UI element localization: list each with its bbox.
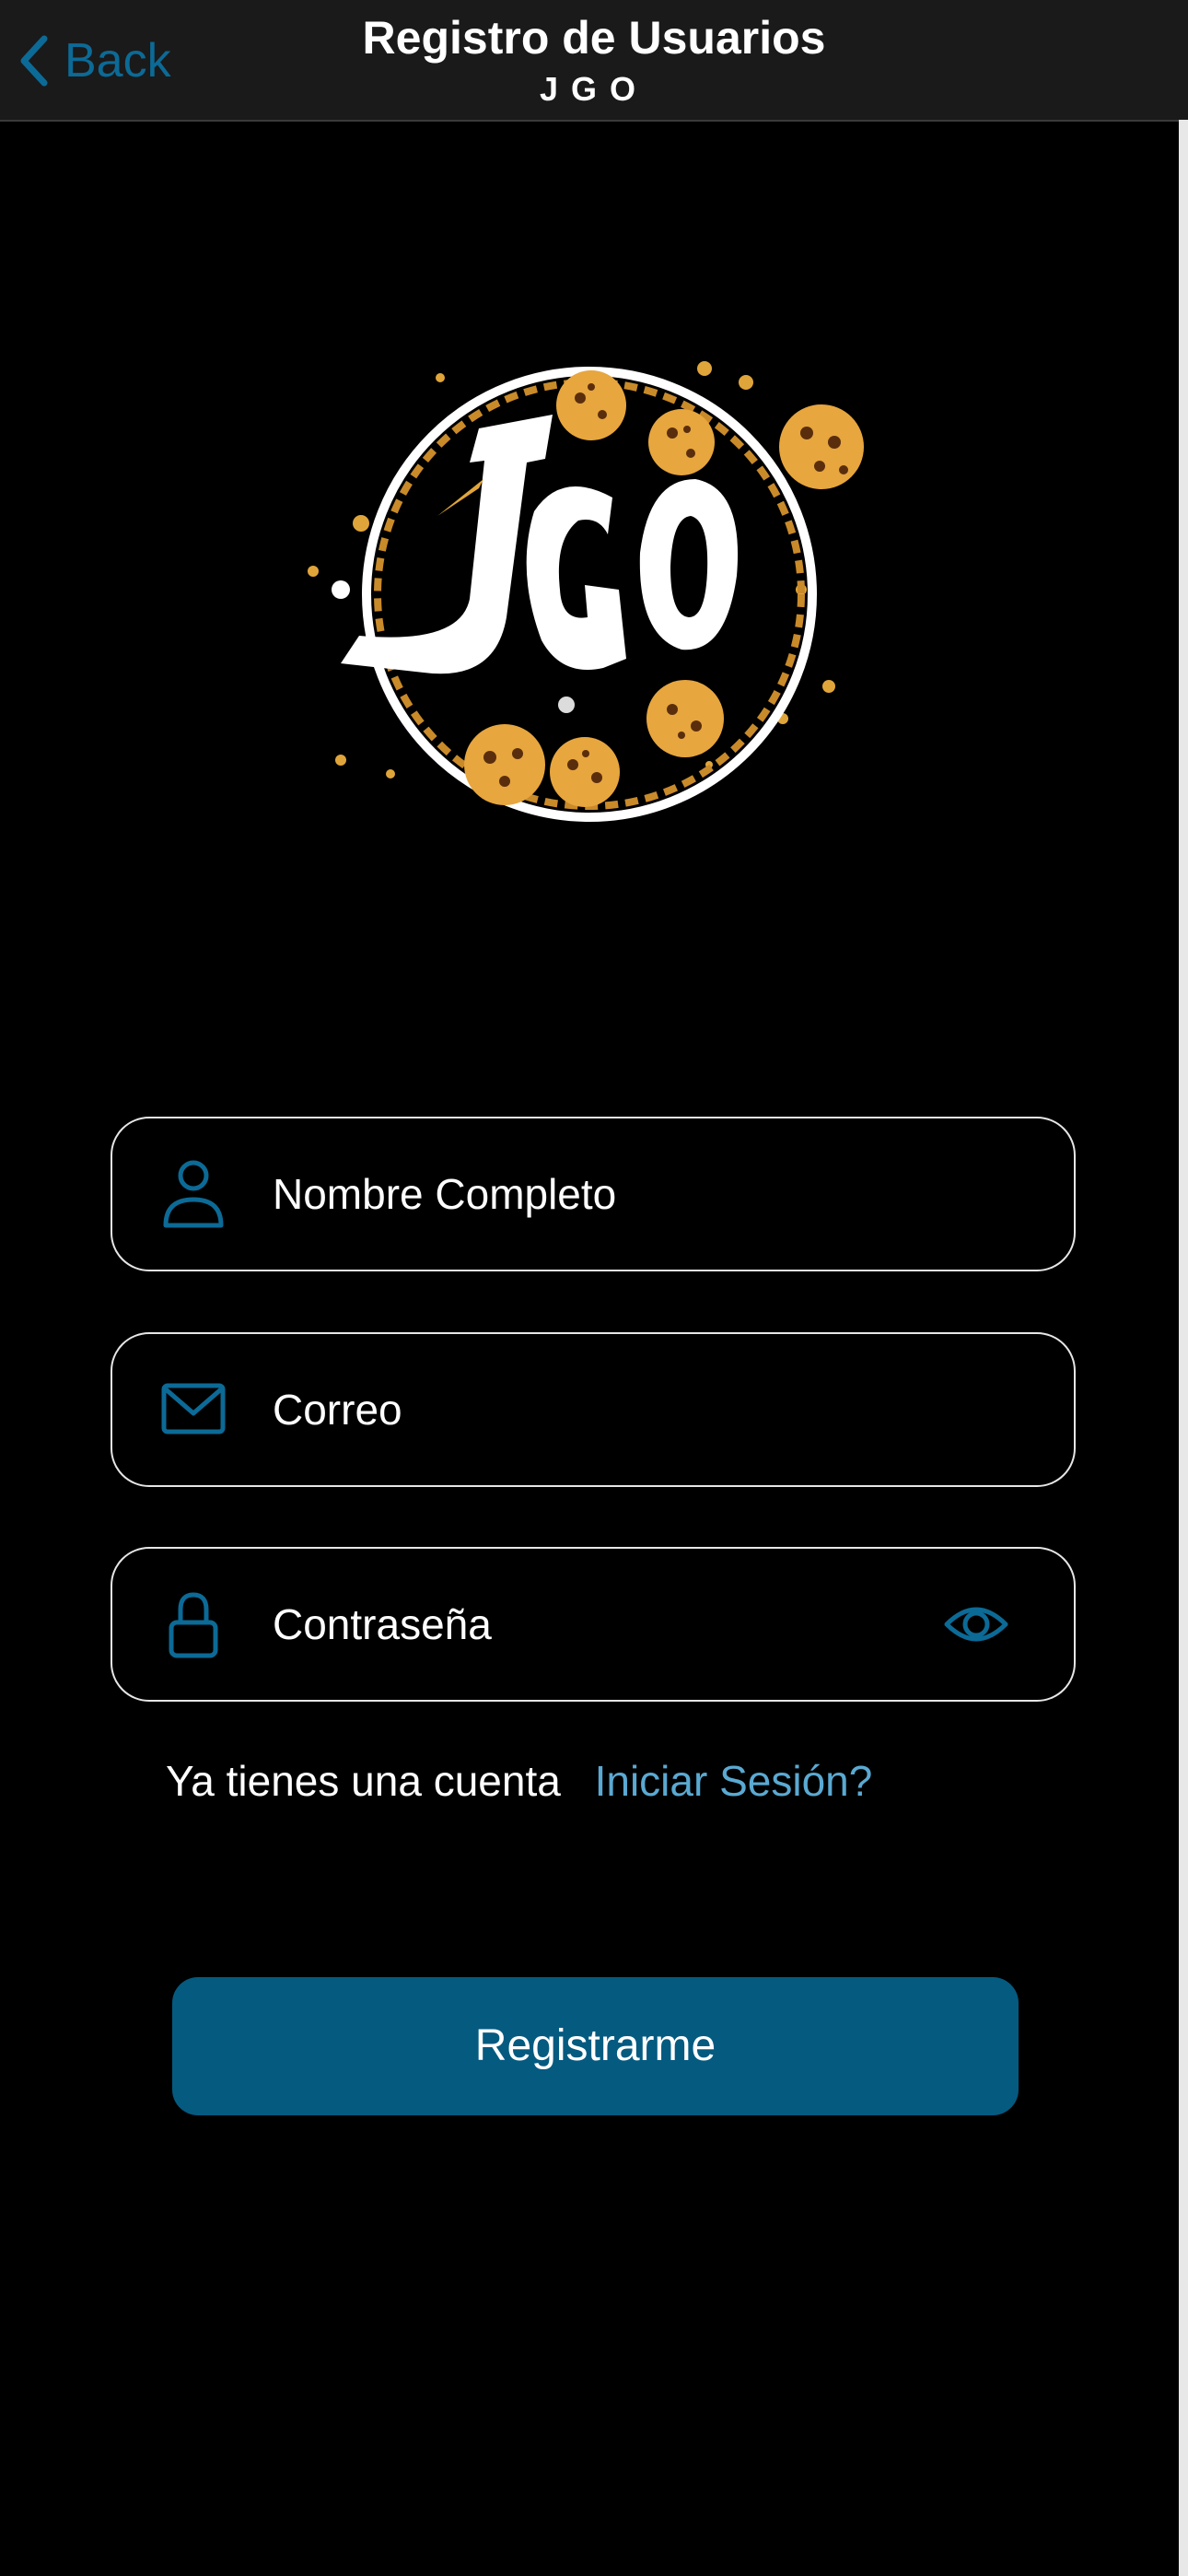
envelope-icon: [161, 1383, 226, 1434]
email-placeholder: Correo: [273, 1386, 402, 1434]
page-title: Registro de Usuarios: [362, 12, 826, 64]
password-field[interactable]: Contraseña: [111, 1547, 1076, 1702]
full-name-placeholder: Nombre Completo: [273, 1170, 617, 1218]
jgo-logo: [308, 361, 864, 822]
email-field[interactable]: Correo: [111, 1332, 1076, 1487]
page-subtitle: JGO: [539, 70, 649, 108]
login-link[interactable]: Iniciar Sesión?: [595, 1757, 873, 1805]
eye-icon[interactable]: [943, 1595, 1009, 1654]
password-placeholder: Contraseña: [273, 1600, 492, 1648]
lock-icon: [169, 1592, 218, 1658]
person-icon: [163, 1160, 224, 1228]
full-name-field[interactable]: Nombre Completo: [111, 1117, 1076, 1271]
login-prompt: Ya tienes una cuenta: [166, 1757, 561, 1805]
scrollbar[interactable]: [1179, 120, 1188, 2576]
navigation-header: Back Registro de Usuarios JGO: [0, 0, 1188, 122]
register-button[interactable]: Registrarme: [172, 1977, 1019, 2115]
login-row: Ya tienes una cuenta Iniciar Sesión?: [166, 1756, 872, 1815]
